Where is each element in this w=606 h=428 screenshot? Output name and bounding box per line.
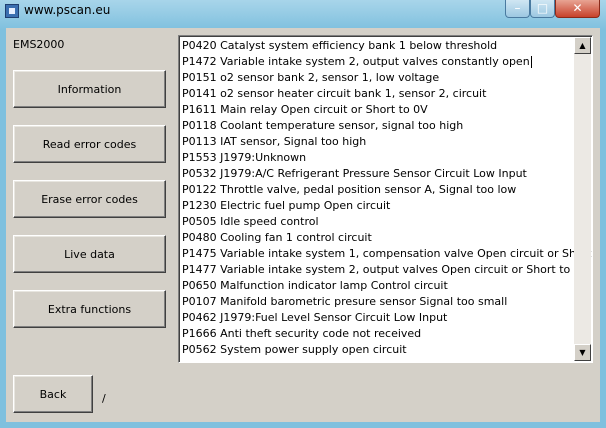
error-code-row[interactable]: P0462 J1979:Fuel Level Sensor Circuit Lo… bbox=[181, 310, 573, 326]
client-area: EMS2000 Information Read error codes Era… bbox=[6, 28, 600, 422]
error-code-row[interactable]: P0480 Cooling fan 1 control circuit bbox=[181, 230, 573, 246]
window-title: www.pscan.eu bbox=[24, 3, 111, 17]
error-code-row[interactable]: P0562 System power supply open circuit bbox=[181, 342, 573, 358]
title-bar[interactable]: www.pscan.eu – □ ✕ bbox=[0, 0, 606, 22]
error-code-list[interactable]: P0420 Catalyst system efficiency bank 1 … bbox=[178, 35, 593, 363]
text-caret bbox=[530, 56, 532, 68]
minimize-button[interactable]: – bbox=[505, 0, 530, 18]
app-icon bbox=[5, 4, 19, 18]
error-code-row[interactable]: P0141 o2 sensor heater circuit bank 1, s… bbox=[181, 86, 573, 102]
read-error-codes-button[interactable]: Read error codes bbox=[13, 125, 166, 163]
error-code-row[interactable]: P0107 Manifold barometric presure sensor… bbox=[181, 294, 573, 310]
scroll-up-button[interactable]: ▲ bbox=[574, 37, 591, 54]
live-data-button[interactable]: Live data bbox=[13, 235, 166, 273]
vertical-scrollbar[interactable]: ▲ ▼ bbox=[574, 37, 591, 361]
error-code-row[interactable]: P1611 Main relay Open circuit or Short t… bbox=[181, 102, 573, 118]
error-code-row[interactable]: P0532 J1979:A/C Refrigerant Pressure Sen… bbox=[181, 166, 573, 182]
error-code-row[interactable]: P1230 Electric fuel pump Open circuit bbox=[181, 198, 573, 214]
error-code-row[interactable]: P0420 Catalyst system efficiency bank 1 … bbox=[181, 38, 573, 54]
app-window: www.pscan.eu – □ ✕ EMS2000 Information R… bbox=[0, 0, 606, 428]
back-button[interactable]: Back bbox=[13, 375, 93, 413]
error-code-row[interactable]: P0505 Idle speed control bbox=[181, 214, 573, 230]
erase-error-codes-button[interactable]: Erase error codes bbox=[13, 180, 166, 218]
error-code-row[interactable]: P1472 Variable intake system 2, output v… bbox=[181, 54, 573, 70]
error-code-row[interactable]: P0122 Throttle valve, pedal position sen… bbox=[181, 182, 573, 198]
ecu-label: EMS2000 bbox=[13, 38, 65, 51]
scroll-down-button[interactable]: ▼ bbox=[574, 344, 591, 361]
error-code-row[interactable]: P1475 Variable intake system 1, compensa… bbox=[181, 246, 592, 262]
error-code-row[interactable]: P0118 Coolant temperature sensor, signal… bbox=[181, 118, 573, 134]
error-code-row[interactable]: P1477 Variable intake system 2, output v… bbox=[181, 262, 588, 278]
error-code-row[interactable]: P1666 Anti theft security code not recei… bbox=[181, 326, 573, 342]
error-code-row[interactable]: P0650 Malfunction indicator lamp Control… bbox=[181, 278, 573, 294]
error-code-row[interactable]: P1553 J1979:Unknown bbox=[181, 150, 573, 166]
extra-functions-button[interactable]: Extra functions bbox=[13, 290, 166, 328]
path-indicator: / bbox=[102, 392, 106, 405]
maximize-button[interactable]: □ bbox=[530, 0, 555, 18]
error-code-row[interactable]: P0113 IAT sensor, Signal too high bbox=[181, 134, 573, 150]
error-code-row[interactable]: P0151 o2 sensor bank 2, sensor 1, low vo… bbox=[181, 70, 573, 86]
close-button[interactable]: ✕ bbox=[555, 0, 600, 18]
error-code-rows: P0420 Catalyst system efficiency bank 1 … bbox=[181, 38, 592, 358]
information-button[interactable]: Information bbox=[13, 70, 166, 108]
